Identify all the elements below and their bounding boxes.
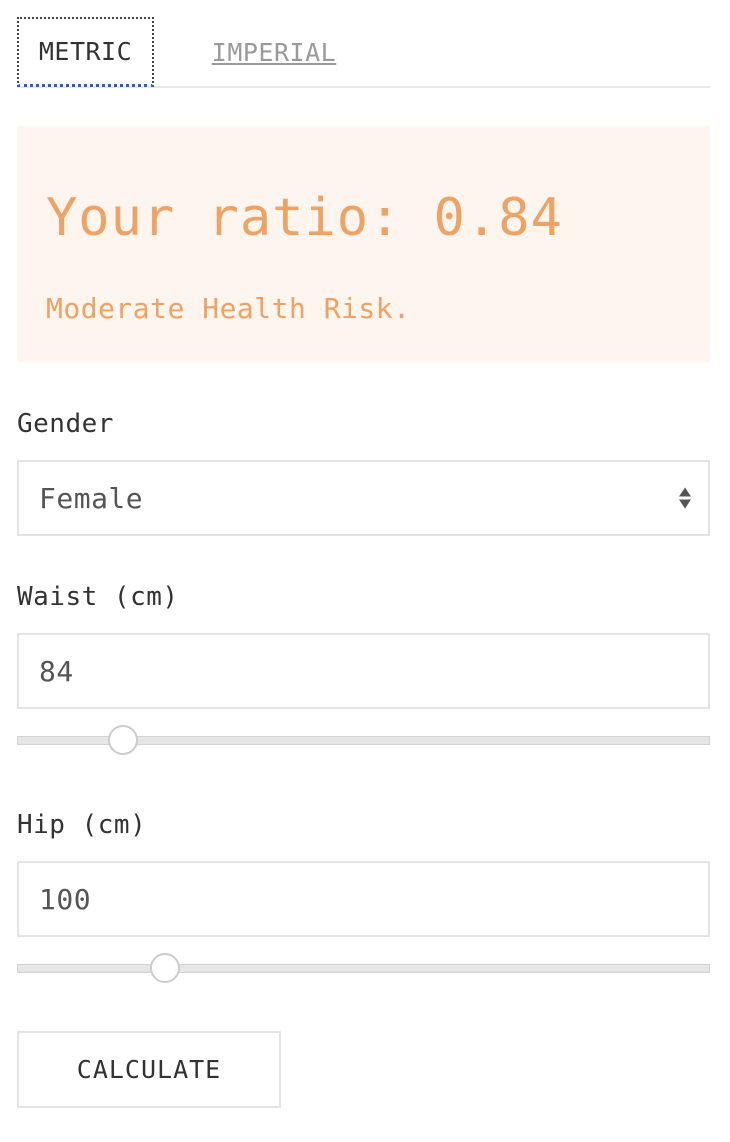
tab-metric[interactable]: METRIC bbox=[17, 17, 154, 87]
result-ratio: Your ratio: 0.84 bbox=[46, 188, 563, 248]
result-panel: Your ratio: 0.84 Moderate Health Risk. bbox=[17, 126, 710, 362]
hip-slider-track[interactable] bbox=[17, 964, 710, 973]
hip-label: Hip (cm) bbox=[17, 810, 147, 840]
waist-input[interactable]: 84 bbox=[17, 633, 710, 709]
hip-input[interactable]: 100 bbox=[17, 861, 710, 937]
select-arrows-icon bbox=[679, 487, 691, 509]
gender-select[interactable]: Female bbox=[17, 460, 710, 536]
waist-label: Waist (cm) bbox=[17, 582, 179, 612]
tab-imperial[interactable]: IMPERIAL bbox=[209, 17, 339, 87]
unit-tabs: METRIC IMPERIAL bbox=[17, 17, 710, 88]
waist-slider[interactable] bbox=[17, 725, 710, 755]
hip-slider-thumb[interactable] bbox=[150, 953, 181, 983]
gender-label: Gender bbox=[17, 409, 114, 439]
result-risk-status: Moderate Health Risk. bbox=[46, 292, 411, 325]
gender-selected-value: Female bbox=[39, 481, 144, 515]
waist-input-value: 84 bbox=[39, 654, 74, 688]
waist-slider-thumb[interactable] bbox=[108, 725, 139, 755]
hip-input-value: 100 bbox=[39, 882, 92, 916]
calculate-button[interactable]: CALCULATE bbox=[17, 1031, 281, 1108]
hip-slider[interactable] bbox=[17, 953, 710, 983]
